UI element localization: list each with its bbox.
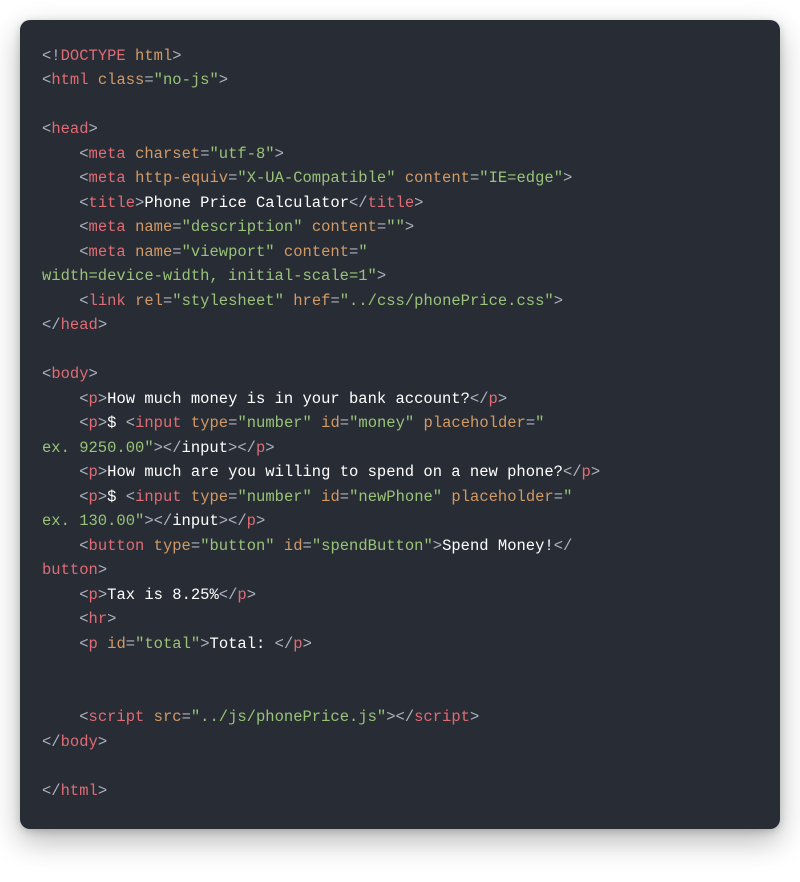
tag-p: p xyxy=(89,635,98,653)
attr-id: id xyxy=(321,488,340,506)
val-viewport: "viewport" xyxy=(182,243,275,261)
attr-content: content xyxy=(312,218,377,236)
attr-name: name xyxy=(135,243,172,261)
tag-button-close: button xyxy=(42,561,98,579)
attr-placeholder: placeholder xyxy=(451,488,553,506)
attr-name: name xyxy=(135,218,172,236)
val-ph1-open: " xyxy=(535,414,544,432)
attr-type: type xyxy=(154,537,191,555)
tag-body-close: body xyxy=(61,733,98,751)
tag-input-close: input xyxy=(172,512,219,530)
text-tax: Tax is 8.25% xyxy=(107,586,219,604)
tag-p: p xyxy=(293,635,302,653)
tag-p: p xyxy=(89,390,98,408)
text-q1: How much money is in your bank account? xyxy=(107,390,470,408)
text-title: Phone Price Calculator xyxy=(144,194,349,212)
tag-input: input xyxy=(135,414,182,432)
val-number: "number" xyxy=(237,414,311,432)
tag-meta: meta xyxy=(89,145,126,163)
val-ieedge: "IE=edge" xyxy=(479,169,563,187)
val-newphone: "newPhone" xyxy=(349,488,442,506)
tag-p: p xyxy=(237,586,246,604)
text-spend-money: Spend Money! xyxy=(442,537,554,555)
val-total: "total" xyxy=(135,635,200,653)
tag-meta: meta xyxy=(89,243,126,261)
tag-button: button xyxy=(89,537,145,555)
val-spendbutton: "spendButton" xyxy=(312,537,433,555)
val-viewport-body: width=device-width, initial-scale=1" xyxy=(42,267,377,285)
tag-hr: hr xyxy=(89,610,108,628)
tag-script: script xyxy=(89,708,145,726)
attr-src: src xyxy=(154,708,182,726)
tag-title-open: title xyxy=(89,194,136,212)
val-xua: "X-UA-Compatible" xyxy=(237,169,395,187)
tag-input-close: input xyxy=(182,439,229,457)
tag-p: p xyxy=(247,512,256,530)
val-description: "description" xyxy=(182,218,303,236)
val-button: "button" xyxy=(200,537,274,555)
val-viewport-open: " xyxy=(358,243,367,261)
val-utf8: "utf-8" xyxy=(210,145,275,163)
val-money: "money" xyxy=(349,414,414,432)
tag-meta: meta xyxy=(89,218,126,236)
tag-input: input xyxy=(135,488,182,506)
attr-class: class xyxy=(98,71,145,89)
val-ph2-open: " xyxy=(563,488,572,506)
text-total: Total: xyxy=(210,635,275,653)
text-dollar: $ xyxy=(107,488,126,506)
attr-rel: rel xyxy=(135,292,163,310)
tag-p: p xyxy=(489,390,498,408)
attr-id: id xyxy=(284,537,303,555)
text-q2: How much are you willing to spend on a n… xyxy=(107,463,563,481)
attr-href: href xyxy=(293,292,330,310)
attr-type: type xyxy=(191,414,228,432)
val-ph2-body: ex. 130.00" xyxy=(42,512,144,530)
tag-html-open: html xyxy=(51,71,88,89)
val-empty: "" xyxy=(386,218,405,236)
tag-body-open: body xyxy=(51,365,88,383)
val-stylesheet: "stylesheet" xyxy=(172,292,284,310)
tag-html-close: html xyxy=(61,782,98,800)
tag-p: p xyxy=(89,463,98,481)
code-block: <!DOCTYPE html> <html class="no-js"> <he… xyxy=(20,20,780,829)
tag-script-close: script xyxy=(414,708,470,726)
attr-content: content xyxy=(284,243,349,261)
tag-title-close: title xyxy=(368,194,415,212)
code-content: <!DOCTYPE html> <html class="no-js"> <he… xyxy=(42,44,758,803)
val-js-src: "../js/phonePrice.js" xyxy=(191,708,386,726)
text-dollar: $ xyxy=(107,414,126,432)
tag-p: p xyxy=(582,463,591,481)
tag-link: link xyxy=(89,292,126,310)
attr-charset: charset xyxy=(135,145,200,163)
attr-type: type xyxy=(191,488,228,506)
attr-placeholder: placeholder xyxy=(424,414,526,432)
val-ph1-body: ex. 9250.00" xyxy=(42,439,154,457)
attr-content: content xyxy=(405,169,470,187)
val-number: "number" xyxy=(237,488,311,506)
tag-meta: meta xyxy=(89,169,126,187)
tag-head-close: head xyxy=(61,316,98,334)
tag-head-open: head xyxy=(51,120,88,138)
tag-p: p xyxy=(256,439,265,457)
tag-p: p xyxy=(89,488,98,506)
attr-id: id xyxy=(107,635,126,653)
attr-http-equiv: http-equiv xyxy=(135,169,228,187)
tag-p: p xyxy=(89,414,98,432)
tag-p: p xyxy=(89,586,98,604)
val-css-href: "../css/phonePrice.css" xyxy=(340,292,554,310)
attr-id: id xyxy=(321,414,340,432)
val-no-js: "no-js" xyxy=(154,71,219,89)
